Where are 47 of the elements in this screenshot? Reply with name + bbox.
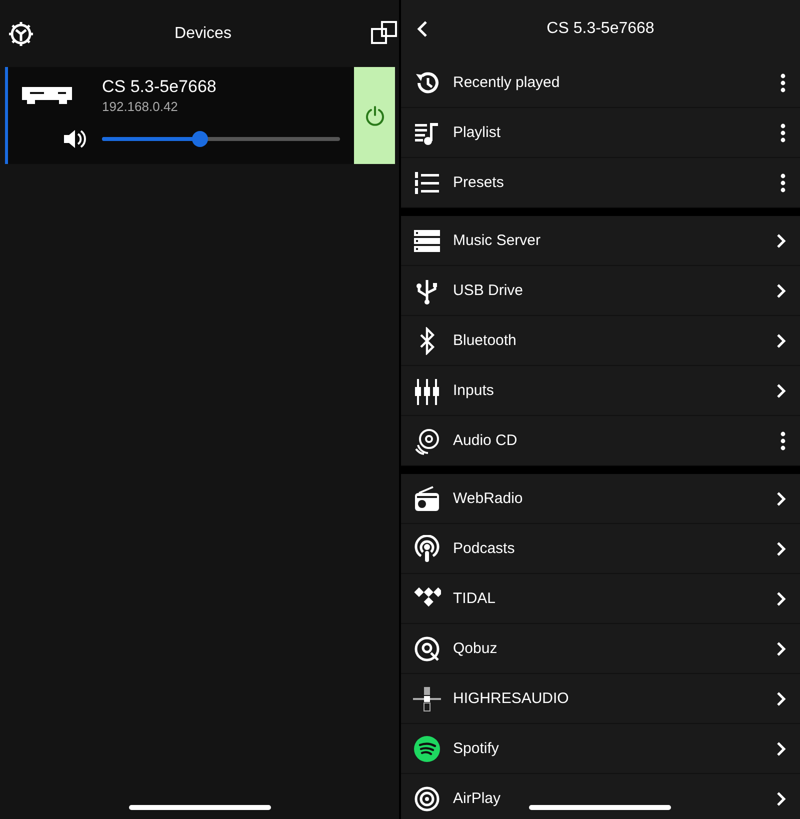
back-icon[interactable] [415, 20, 429, 38]
chevron-icon [776, 790, 786, 806]
more-icon[interactable] [780, 430, 786, 450]
chevron-icon [776, 540, 786, 556]
volume-slider[interactable] [102, 131, 340, 147]
chevron-icon [776, 282, 786, 298]
squares-icon[interactable] [371, 20, 397, 46]
disc-q-icon [413, 634, 441, 662]
device-address: 192.168.0.42 [102, 99, 179, 114]
more-icon[interactable] [780, 122, 786, 142]
device-title: CS 5.3-5e7668 [546, 20, 654, 37]
connectors-icon [413, 376, 441, 404]
source-item[interactable]: Spotify [401, 724, 800, 774]
source-item[interactable]: Bluetooth [401, 316, 800, 366]
speaker-icon[interactable] [62, 128, 86, 150]
more-icon[interactable] [780, 72, 786, 92]
source-item[interactable]: WebRadio [401, 474, 800, 524]
source-item[interactable]: Playlist [401, 108, 800, 158]
power-button[interactable] [354, 67, 395, 164]
chevron-icon [776, 382, 786, 398]
source-item[interactable]: HIGHRESAUDIO [401, 674, 800, 724]
page-title: Devices [174, 24, 232, 42]
chevron-icon [776, 332, 786, 348]
source-item[interactable]: USB Drive [401, 266, 800, 316]
source-item[interactable]: TIDAL [401, 574, 800, 624]
chevron-icon [776, 640, 786, 656]
source-item[interactable]: Qobuz [401, 624, 800, 674]
chevron-icon [776, 740, 786, 756]
device-name: CS 5.3-5e7668 [102, 77, 218, 97]
chevron-icon [776, 232, 786, 248]
disc-icon [413, 426, 441, 454]
chevron-icon [776, 590, 786, 606]
chevron-icon [776, 690, 786, 706]
settings-icon[interactable] [7, 20, 35, 48]
podcast-icon [413, 534, 441, 562]
radio-icon [413, 484, 441, 512]
chevron-icon [776, 490, 786, 506]
source-item[interactable]: Podcasts [401, 524, 800, 574]
dotted-cross-icon [413, 684, 441, 712]
sound-waves-icon [413, 734, 441, 762]
device-card[interactable]: CS 5.3-5e7668 192.168.0.42 [5, 67, 395, 164]
player-icon [22, 86, 72, 104]
source-item[interactable]: Music Server [401, 216, 800, 266]
more-icon[interactable] [780, 172, 786, 192]
source-item[interactable]: Recently played [401, 58, 800, 108]
source-item[interactable]: Inputs [401, 366, 800, 416]
power-icon [364, 104, 386, 126]
